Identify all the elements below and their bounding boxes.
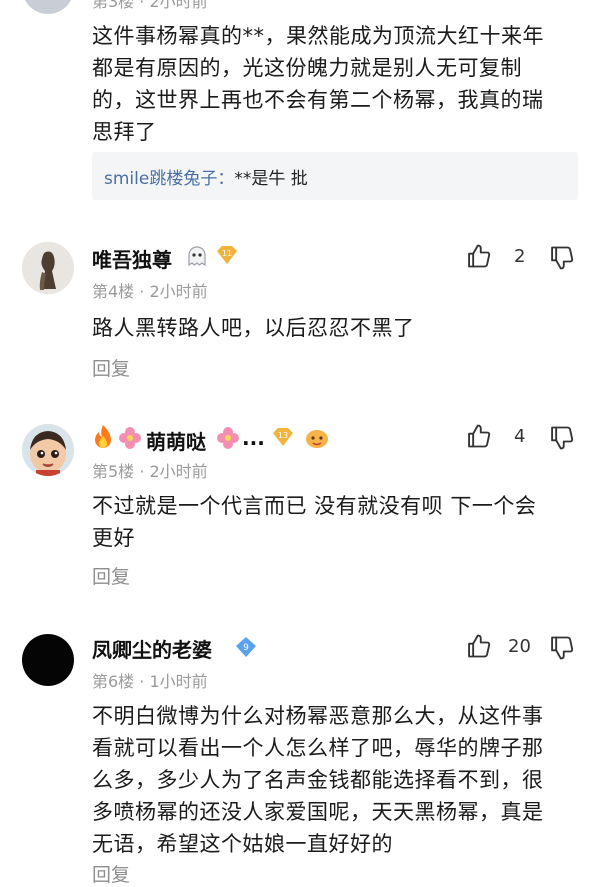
thumbs-up-icon[interactable]: [465, 422, 493, 454]
comment-meta: 第6楼 · 1小时前: [92, 672, 208, 691]
comment-body: 不明白微博为什么对杨幂恶意那么大，从这件事 看就可以看出一个人怎么样了吧，辱华的…: [92, 700, 582, 860]
like-count: 20: [508, 636, 531, 657]
body-line: 不过就是一个代言而已 没有就没有呗 下一个会: [92, 494, 537, 518]
gem-badge-icon: 11: [214, 244, 240, 270]
body-line: 更好: [92, 526, 135, 550]
body-line: 无语，希望这个姑娘一直好好的: [92, 832, 393, 856]
body-line: 看就可以看出一个人怎么样了吧，辱华的牌子那: [92, 736, 544, 760]
body-line: 路人黑转路人吧，以后忍忍不黑了: [92, 316, 415, 340]
thumbs-down-icon[interactable]: [548, 634, 576, 666]
body-line: 的，这世界上再也不会有第二个杨幂，我真的瑞: [92, 88, 544, 112]
like-count: 2: [514, 246, 526, 267]
top-comment: 第3楼 · 2小时前 这件事杨幂真的**，果然能成为顶流大红十来年 都是有原因的…: [0, 0, 600, 205]
comment-item: 萌萌哒 ... 13 第5楼 · 2小时前 4 不过就是一个代言而已 没有就没有…: [0, 414, 600, 604]
like-count: 4: [514, 426, 526, 447]
sub-reply-user[interactable]: smile跳楼兔子: [104, 169, 217, 189]
comment-meta: 第4楼 · 2小时前: [92, 282, 208, 301]
gem-badge-icon: 9: [234, 636, 258, 662]
reply-button[interactable]: 回复: [92, 354, 130, 381]
username[interactable]: 萌萌哒: [146, 426, 206, 455]
flower-icon: [118, 426, 142, 454]
sub-reply-text: **是牛 批: [234, 169, 308, 189]
username[interactable]: 唯吾独尊: [92, 244, 172, 273]
comment-body: 不过就是一个代言而已 没有就没有呗 下一个会 更好: [92, 490, 582, 554]
badge-level: 11: [222, 249, 232, 258]
floor-number: 第6楼: [92, 672, 135, 691]
floor-number: 第5楼: [92, 462, 135, 481]
ghost-icon: [184, 243, 210, 273]
body-line: 多喷杨幂的还没人家爱国呢，天天黑杨幂，真是: [92, 800, 544, 824]
avatar[interactable]: [22, 424, 74, 476]
comment-body: 这件事杨幂真的**，果然能成为顶流大红十来年 都是有原因的，光这份魄力就是别人无…: [92, 20, 582, 148]
comment-time: 1小时前: [149, 672, 208, 691]
sub-reply-box[interactable]: smile跳楼兔子：**是牛 批: [92, 152, 578, 200]
comment-meta: 第5楼 · 2小时前: [92, 462, 208, 481]
comment-time: 2小时前: [149, 462, 208, 481]
comment-item: 凤卿尘的老婆 9 第6楼 · 1小时前 20 不明白微博为什么对杨幂恶意那么大，…: [0, 624, 600, 886]
comment-meta-partial: 第3楼 · 2小时前: [92, 0, 208, 11]
floor-number: 第4楼: [92, 282, 135, 301]
avatar[interactable]: [22, 242, 74, 294]
body-line: 这件事杨幂真的**，果然能成为顶流大红十来年: [92, 24, 544, 48]
body-line: 么多，多少人为了名声金钱都能选择看不到，很: [92, 768, 544, 792]
emoji-face-icon: [304, 426, 330, 454]
username[interactable]: 凤卿尘的老婆: [92, 634, 212, 663]
body-line: 思拜了: [92, 120, 157, 144]
body-line: 不明白微博为什么对杨幂恶意那么大，从这件事: [92, 704, 544, 728]
flower-icon: [216, 426, 240, 454]
thumbs-up-icon[interactable]: [465, 242, 493, 274]
comment-item: 唯吾独尊 11 第4楼 · 2小时前 2 路人黑转路人吧，以后忍忍不黑了 回复: [0, 230, 600, 400]
badge-level: 9: [243, 643, 249, 653]
thumbs-up-icon[interactable]: [465, 632, 493, 664]
avatar[interactable]: [22, 634, 74, 686]
avatar-partial: [22, 0, 74, 14]
thumbs-down-icon[interactable]: [548, 244, 576, 276]
comment-body: 路人黑转路人吧，以后忍忍不黑了: [92, 312, 582, 344]
reply-button[interactable]: 回复: [92, 562, 130, 589]
body-line: 都是有原因的，光这份魄力就是别人无可复制: [92, 56, 522, 80]
sub-reply-sep: ：: [217, 169, 235, 189]
badge-level: 13: [278, 431, 288, 440]
comment-time: 2小时前: [149, 282, 208, 301]
reply-button[interactable]: 回复: [92, 860, 130, 887]
gem-badge-icon: 13: [270, 426, 296, 452]
username-ellipsis: ...: [242, 426, 265, 450]
fire-icon: [92, 424, 114, 454]
thumbs-down-icon[interactable]: [548, 424, 576, 456]
